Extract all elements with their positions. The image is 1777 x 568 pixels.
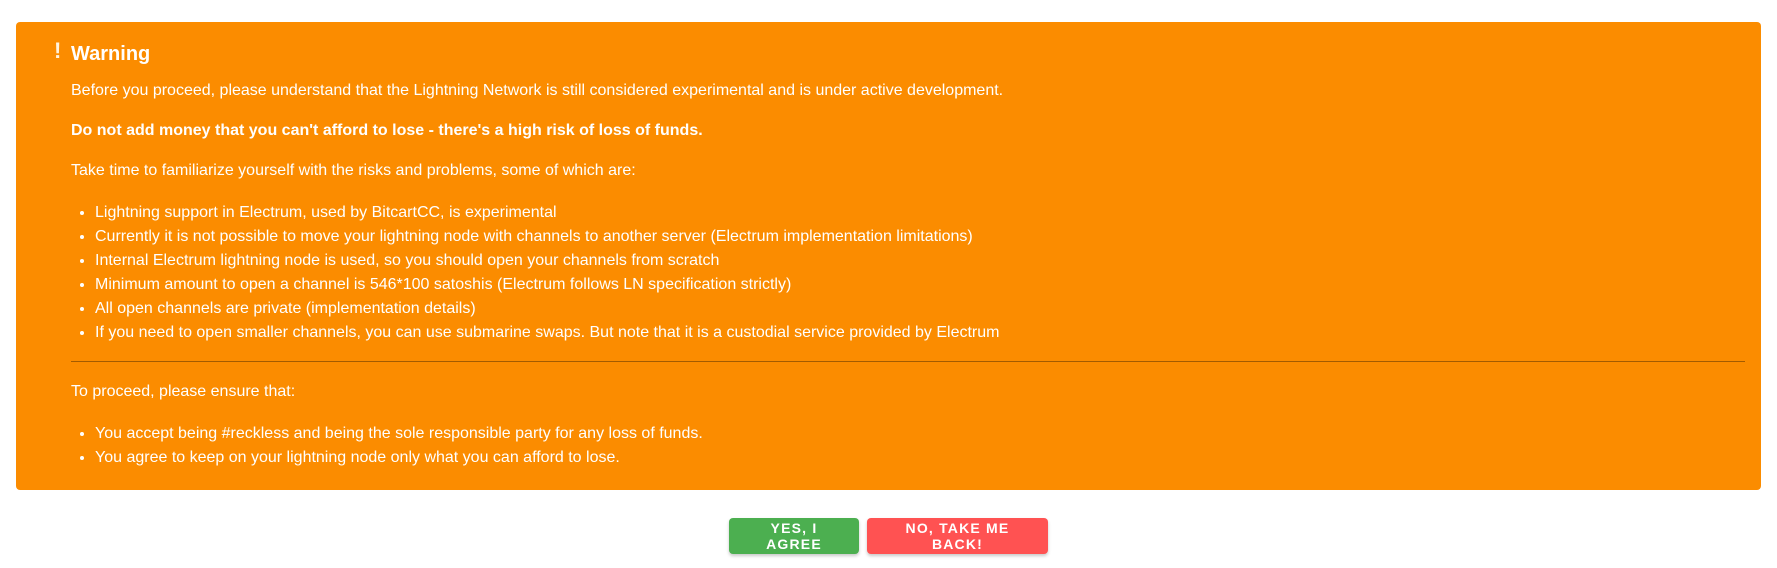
action-buttons: Yes, I agree No, take me back! — [0, 518, 1777, 554]
risks-intro-text: Take time to familiarize yourself with t… — [71, 162, 636, 179]
agree-button[interactable]: Yes, I agree — [729, 518, 859, 554]
risk-item: Minimum amount to open a channel is 546*… — [95, 273, 1745, 297]
take-me-back-button[interactable]: No, take me back! — [867, 518, 1048, 554]
condition-item: You agree to keep on your lightning node… — [95, 446, 1745, 470]
alert-body: Warning Before you proceed, please under… — [71, 40, 1745, 470]
proceed-intro-text: To proceed, please ensure that: — [71, 383, 296, 400]
bold-warning-text: Do not add money that you can't afford t… — [71, 122, 703, 139]
alert-title: Warning — [71, 43, 151, 65]
risk-item: Currently it is not possible to move you… — [95, 225, 1745, 249]
page: ! Warning Before you proceed, please und… — [0, 0, 1777, 568]
risk-item: All open channels are private (implement… — [95, 297, 1745, 321]
condition-item: You accept being #reckless and being the… — [95, 422, 1745, 446]
divider — [71, 361, 1745, 362]
risk-item: Internal Electrum lightning node is used… — [95, 249, 1745, 273]
intro-text: Before you proceed, please understand th… — [71, 82, 1004, 99]
risk-item: If you need to open smaller channels, yo… — [95, 321, 1745, 345]
exclamation-icon: ! — [54, 38, 62, 63]
risk-item: Lightning support in Electrum, used by B… — [95, 201, 1745, 225]
risks-list: Lightning support in Electrum, used by B… — [71, 201, 1745, 345]
warning-alert: ! Warning Before you proceed, please und… — [16, 22, 1761, 490]
conditions-list: You accept being #reckless and being the… — [71, 422, 1745, 470]
